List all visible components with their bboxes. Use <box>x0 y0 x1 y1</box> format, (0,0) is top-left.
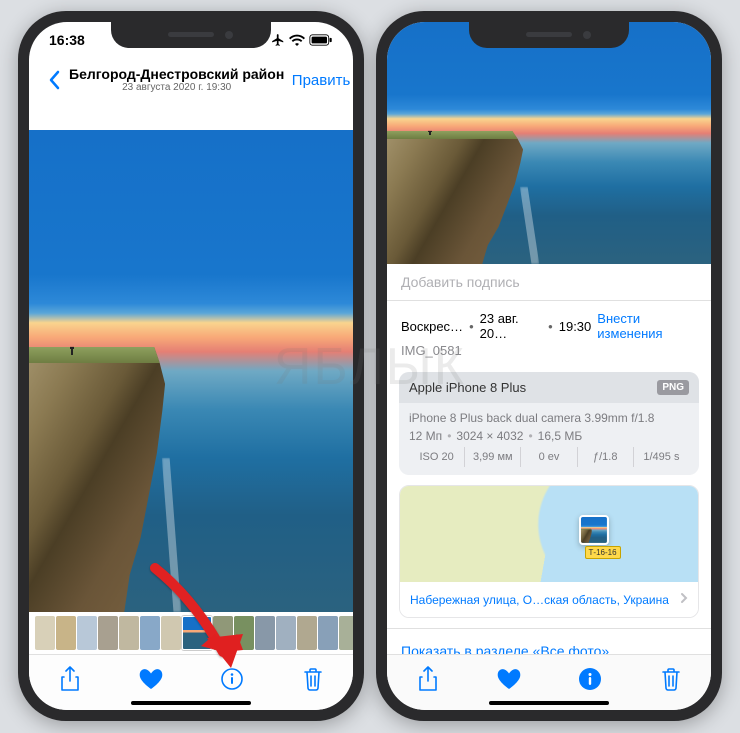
thumbnail[interactable] <box>276 616 296 650</box>
trash-icon <box>661 667 681 691</box>
trash-icon <box>303 667 323 691</box>
home-indicator[interactable] <box>131 701 251 705</box>
map-preview[interactable]: Т-16-16 <box>400 486 698 582</box>
share-button[interactable] <box>408 661 448 697</box>
thumbnail[interactable] <box>98 616 118 650</box>
status-icons <box>271 33 333 47</box>
delete-button[interactable] <box>293 661 333 697</box>
info-photo-preview[interactable] <box>387 22 711 264</box>
main-photo[interactable] <box>29 130 353 612</box>
phone-right: Добавить подпись Воскрес… • 23 авг. 20… … <box>376 11 722 721</box>
adjust-date-button[interactable]: Внести изменения <box>597 311 697 341</box>
info-panel: Добавить подпись Воскрес… • 23 авг. 20… … <box>387 22 711 710</box>
map-address-row[interactable]: Набережная улица, О…ская область, Украин… <box>400 582 698 617</box>
info-button-active[interactable] <box>570 661 610 697</box>
map-road-label: Т-16-16 <box>585 546 621 559</box>
share-icon <box>418 666 438 692</box>
thumbnail[interactable] <box>119 616 139 650</box>
notch <box>111 22 271 48</box>
map-pin <box>579 515 609 545</box>
thumbnail[interactable] <box>297 616 317 650</box>
status-time: 16:38 <box>49 32 85 48</box>
caption-input[interactable]: Добавить подпись <box>387 264 711 301</box>
camera-specs: 12 Мп3024 × 403216,5 МБ <box>409 429 689 443</box>
share-icon <box>60 666 80 692</box>
back-button[interactable] <box>39 70 69 90</box>
date-row: Воскрес… • 23 авг. 20… • 19:30 Внести из… <box>401 311 697 341</box>
thumbnail[interactable] <box>77 616 97 650</box>
camera-device: Apple iPhone 8 Plus <box>409 380 526 395</box>
filename: IMG_0581 <box>401 343 697 358</box>
info-icon <box>579 668 601 690</box>
thumbnail[interactable] <box>339 616 353 650</box>
exif-ev: 0 ev <box>520 447 576 467</box>
share-button[interactable] <box>50 661 90 697</box>
exif-shutter: 1/495 s <box>633 447 689 467</box>
thumbnail[interactable] <box>56 616 76 650</box>
camera-card: Apple iPhone 8 Plus PNG iPhone 8 Plus ba… <box>399 372 699 475</box>
time: 19:30 <box>559 319 592 334</box>
nav-subtitle: 23 августа 2020 г. 19:30 <box>69 82 284 93</box>
nav-title-block: Белгород-Днестровский район 23 августа 2… <box>69 67 284 93</box>
heart-icon <box>497 668 521 690</box>
weekday: Воскрес… <box>401 319 463 334</box>
annotation-arrow <box>145 560 255 680</box>
exif-aperture: ƒ/1.8 <box>577 447 633 467</box>
airplane-icon <box>271 33 285 47</box>
delete-button[interactable] <box>651 661 691 697</box>
favorite-button[interactable] <box>489 661 529 697</box>
wifi-icon <box>289 34 305 46</box>
exif-iso: ISO 20 <box>409 447 464 467</box>
notch <box>469 22 629 48</box>
format-badge: PNG <box>657 380 689 395</box>
thumbnail[interactable] <box>318 616 338 650</box>
chevron-left-icon <box>47 70 61 90</box>
exif-focal: 3,99 мм <box>464 447 520 467</box>
thumbnail[interactable] <box>255 616 275 650</box>
map-address: Набережная улица, О…ская область, Украин… <box>410 593 669 607</box>
nav-title: Белгород-Днестровский район <box>69 67 284 82</box>
exif-row: ISO 20 3,99 мм 0 ev ƒ/1.8 1/495 s <box>409 447 689 467</box>
date: 23 авг. 20… <box>480 311 543 341</box>
edit-button[interactable]: Править <box>284 72 350 89</box>
nav-bar: Белгород-Днестровский район 23 августа 2… <box>29 58 353 102</box>
map-card[interactable]: Т-16-16 Набережная улица, О…ская область… <box>399 485 699 618</box>
battery-icon <box>309 34 333 46</box>
chevron-right-icon <box>680 592 688 607</box>
thumbnail[interactable] <box>35 616 55 650</box>
home-indicator[interactable] <box>489 701 609 705</box>
camera-lens: iPhone 8 Plus back dual camera 3.99mm f/… <box>409 411 689 425</box>
